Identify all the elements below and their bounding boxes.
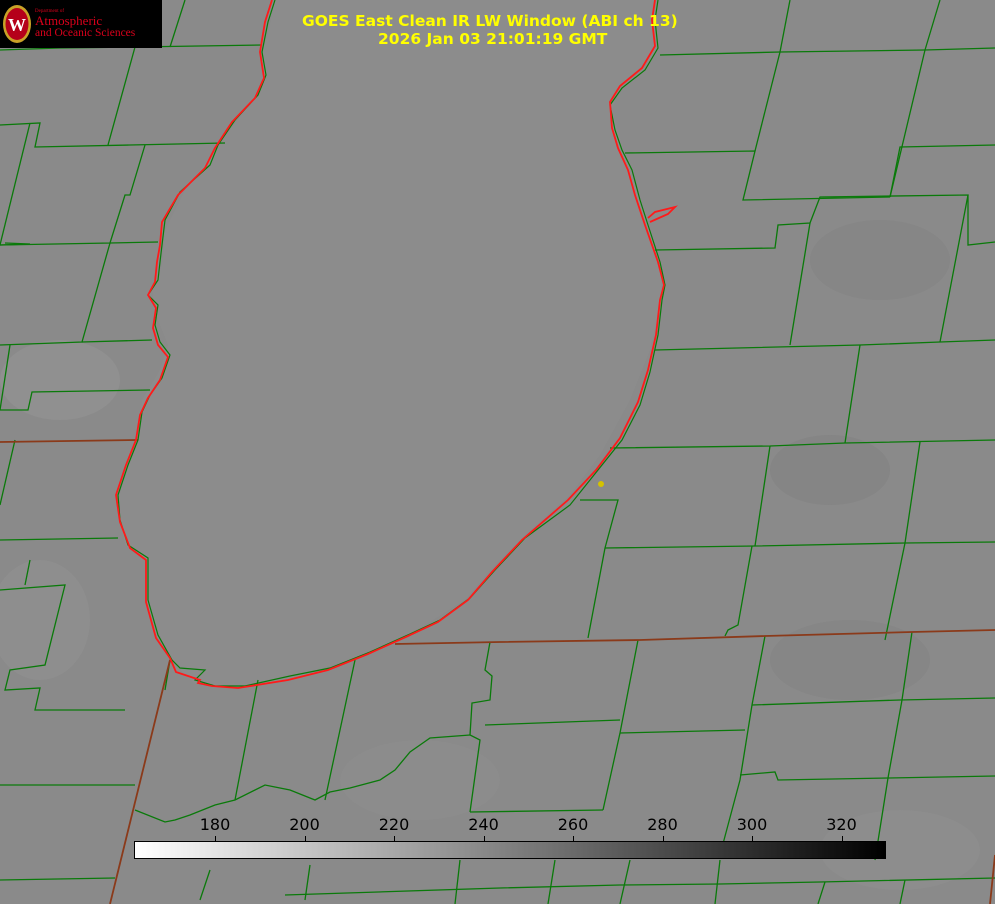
temperature-colorbar — [134, 841, 886, 859]
title-timestamp: 2026 Jan 03 21:01:19 GMT — [378, 30, 608, 48]
colorbar-tick-label: 200 — [289, 815, 320, 834]
satellite-map — [0, 0, 995, 904]
colorbar-tick-label: 320 — [826, 815, 857, 834]
colorbar-tick-label: 260 — [557, 815, 589, 834]
colorbar-tick-label: 280 — [647, 815, 678, 834]
colorbar-tick-mark — [215, 836, 216, 841]
colorbar-tick-label: 300 — [736, 815, 768, 834]
station-marker — [598, 481, 604, 487]
colorbar-tick-mark — [394, 836, 395, 841]
colorbar-tick-mark — [841, 836, 843, 841]
logo-line2: and Oceanic Sciences — [35, 27, 136, 39]
seal-letter: W — [8, 15, 26, 35]
colorbar-tick-mark — [304, 836, 306, 841]
aos-logo: W Department of Atmospheric and Oceanic … — [0, 0, 162, 48]
colorbar-tick-label: 180 — [199, 815, 231, 834]
colorbar-tick-mark — [573, 836, 574, 841]
colorbar-tick-label: 220 — [378, 815, 410, 834]
colorbar-tick-mark — [662, 836, 664, 841]
colorbar-tick-mark — [483, 836, 485, 841]
uw-seal-icon: W — [3, 5, 31, 43]
colorbar-tick-mark — [752, 836, 753, 841]
title-product: GOES East Clean IR LW Window (ABI ch 13) — [302, 12, 678, 30]
colorbar-tick-label: 240 — [468, 815, 499, 834]
